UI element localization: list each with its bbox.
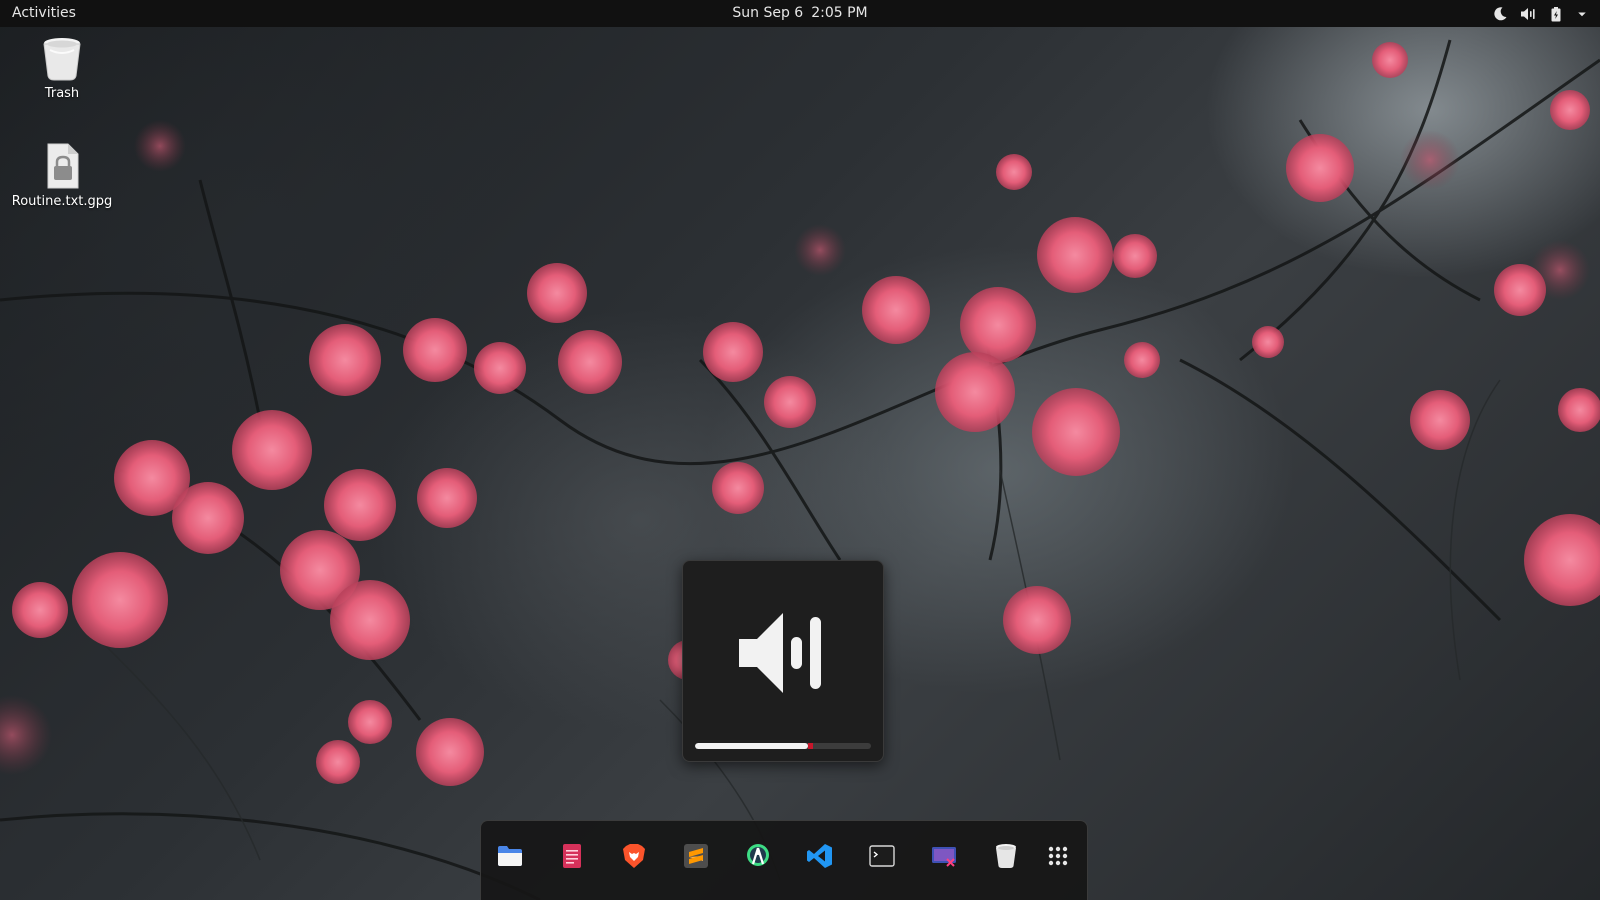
volume-overamplification-marker [808,743,813,749]
locked-file-icon [47,143,79,189]
wallpaper [0,39,1600,900]
battery-icon[interactable] [1548,6,1564,22]
dock-item-text-editor[interactable] [555,839,589,873]
vscode-icon [807,844,832,868]
dock-item-trash[interactable] [989,839,1023,873]
clock-time[interactable]: 2:05 PM [811,5,867,21]
dock-item-brave-browser[interactable] [617,839,651,873]
dock-item-visual-studio-code[interactable] [803,839,837,873]
brave-lion-icon [623,844,645,868]
dock [480,820,1088,900]
dock-item-terminal[interactable] [865,839,899,873]
system-tray[interactable] [1492,4,1588,23]
clock: Sun Sep 6 2:05 PM [0,5,1600,21]
android-studio-icon [747,844,769,866]
screenshot-icon [932,847,956,867]
volume-icon[interactable] [1520,6,1536,22]
desktop-icon-label: Routine.txt.gpg [11,194,113,209]
app-grid-icon [1048,846,1068,866]
desktop: Activities Sun Sep 6 2:05 PM Trash Routi… [0,0,1600,900]
trash-icon [996,844,1016,868]
dock-item-files[interactable] [493,839,527,873]
top-bar: Activities Sun Sep 6 2:05 PM [0,0,1600,27]
trash-icon [43,38,81,81]
volume-level-fill [695,743,808,749]
desktop-icon-label: Trash [44,86,80,101]
speaker-high-icon [739,613,821,693]
files-folder-icon [498,846,522,866]
dock-item-show-applications[interactable] [1041,839,1075,873]
dock-item-screenshot-tool[interactable] [927,839,961,873]
sublime-text-icon [684,844,708,868]
night-light-icon[interactable] [1492,6,1508,22]
system-menu-chevron-icon[interactable] [1576,6,1588,22]
dock-item-sublime-text[interactable] [679,839,713,873]
clock-date[interactable]: Sun Sep 6 [732,5,803,21]
document-icon [563,844,581,868]
dock-item-android-studio[interactable] [741,839,775,873]
volume-level-bar [695,743,871,749]
terminal-icon [869,845,895,867]
desktop-icon-routine-file[interactable]: Routine.txt.gpg [2,142,122,209]
desktop-icon-trash[interactable]: Trash [2,34,122,101]
volume-osd [682,560,884,762]
activities-button[interactable]: Activities [12,5,76,21]
